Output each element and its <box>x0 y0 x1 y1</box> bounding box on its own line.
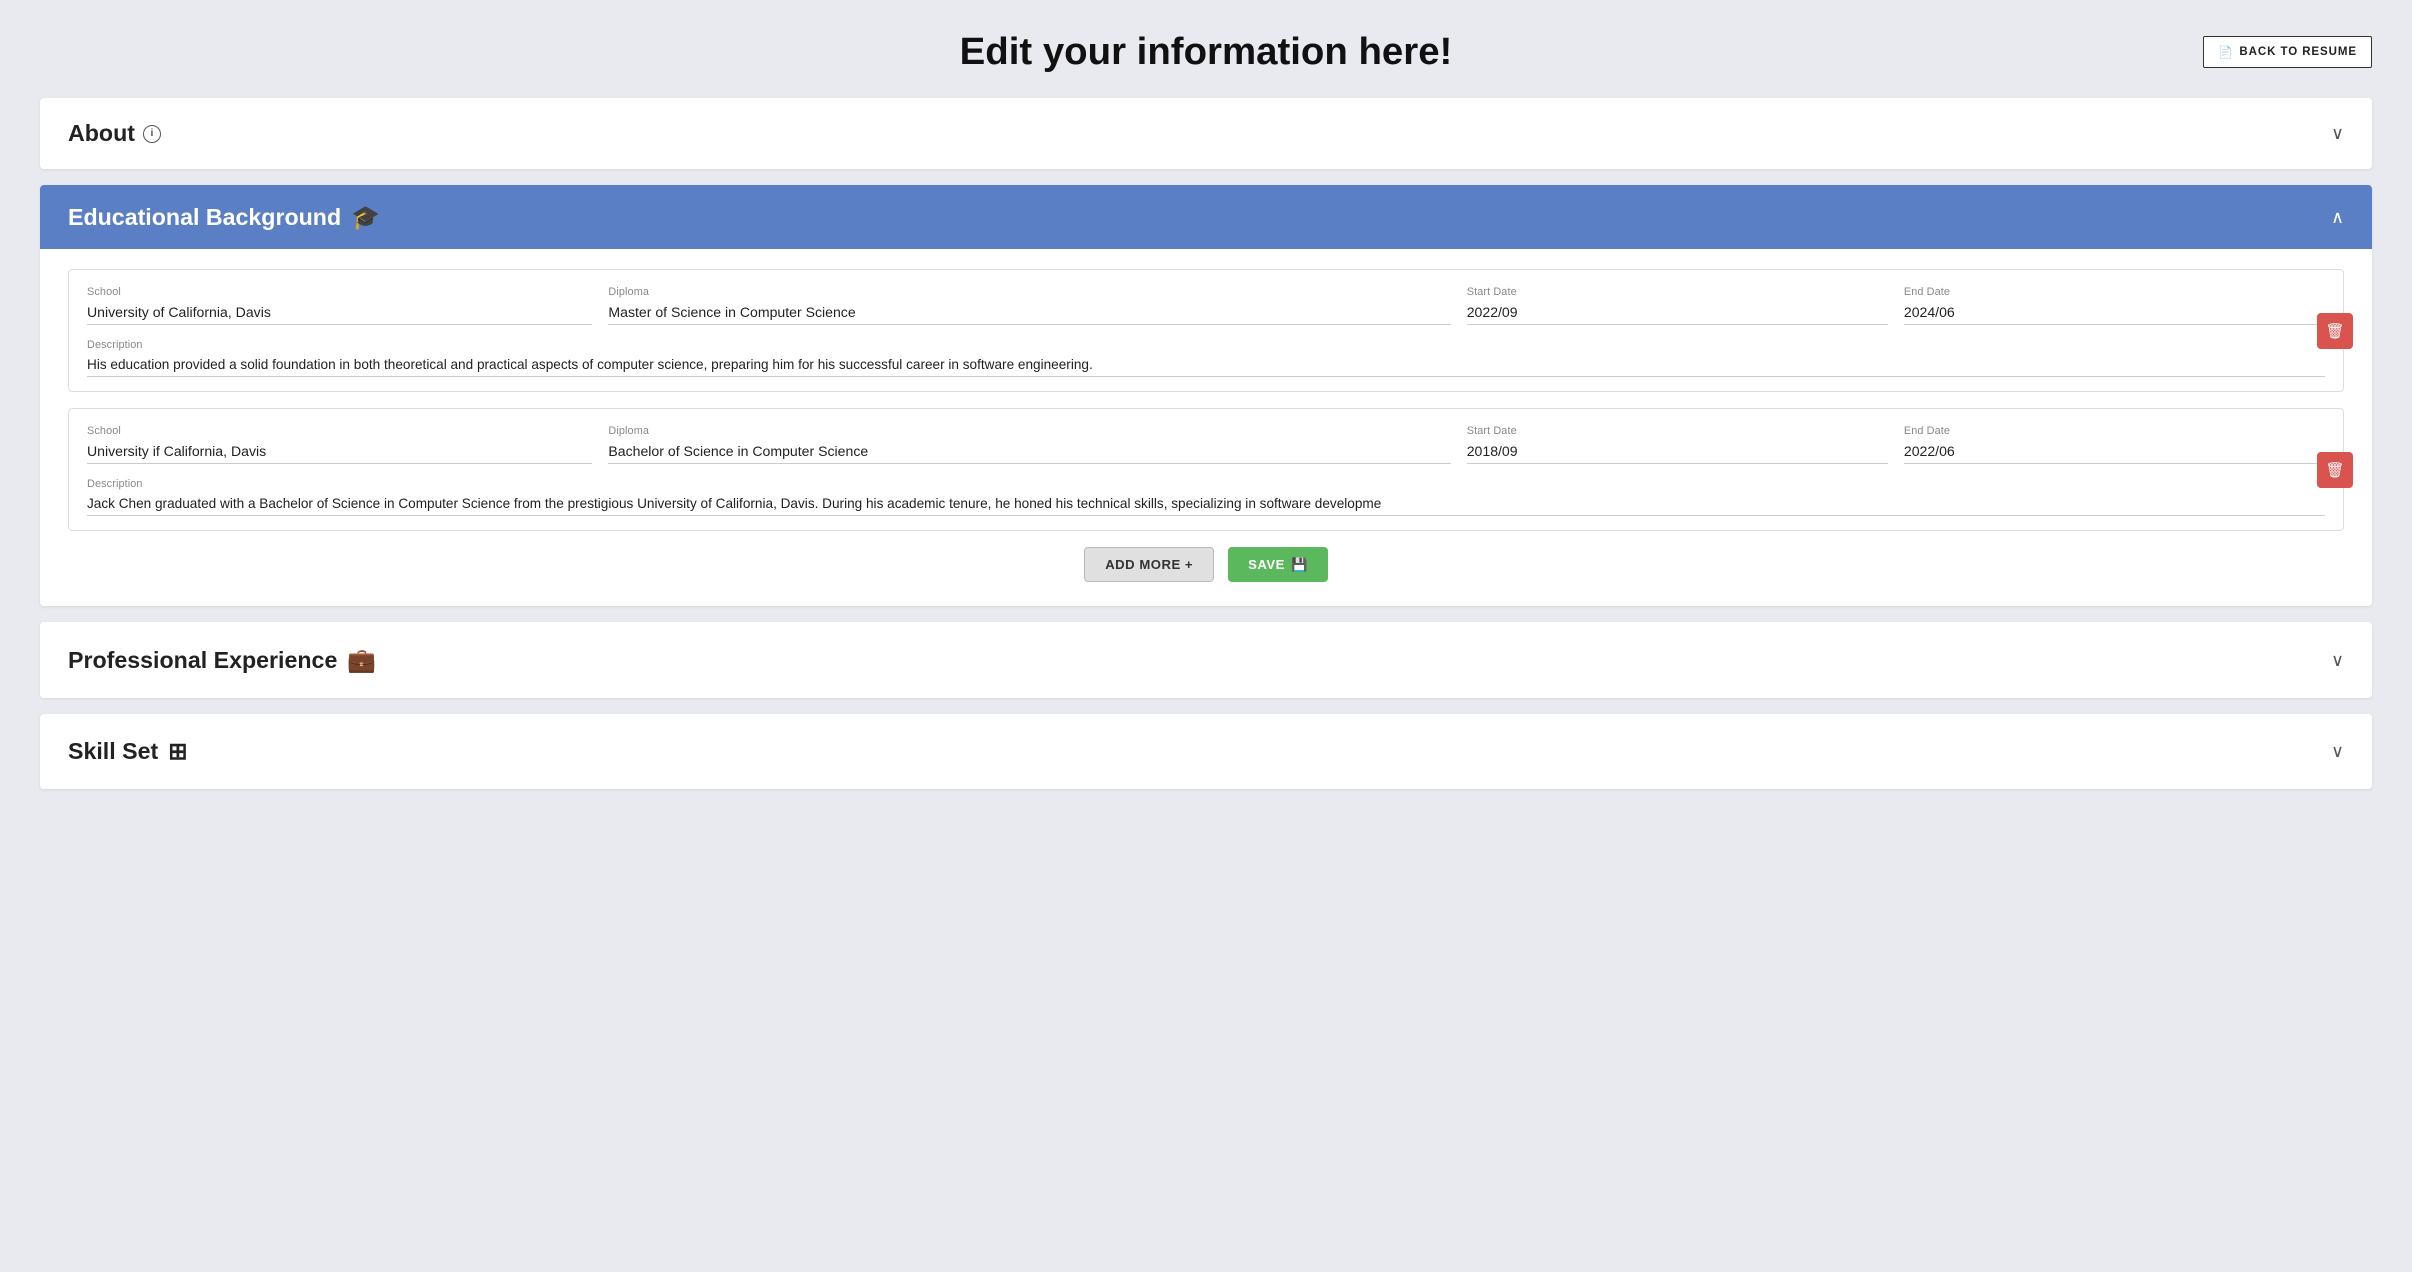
diploma-label-2: Diploma <box>608 425 1450 437</box>
back-to-resume-button[interactable]: 📄 BACK TO RESUME <box>2203 36 2372 68</box>
description-label-2: Description <box>87 478 2325 490</box>
professional-section: Professional Experience 💼 ∨ <box>40 622 2372 698</box>
save-label: SAVE <box>1248 557 1285 572</box>
educational-section-title: Educational Background 🎓 <box>68 203 380 231</box>
end-date-input-2[interactable] <box>1904 441 2325 464</box>
diploma-input-1[interactable] <box>608 302 1450 325</box>
school-field-2: School <box>87 425 592 464</box>
start-date-field-2: Start Date <box>1467 425 1888 464</box>
skills-chevron-icon: ∨ <box>2331 741 2344 762</box>
description-group-1: Description <box>87 339 2325 377</box>
school-input-2[interactable] <box>87 441 592 464</box>
end-date-field-1: End Date <box>1904 286 2325 325</box>
description-group-2: Description <box>87 478 2325 516</box>
edu-entry-2: School Diploma Start Date End Date Descr… <box>68 408 2344 531</box>
school-label-1: School <box>87 286 592 298</box>
save-button[interactable]: SAVE 💾 <box>1228 547 1328 582</box>
page-header: Edit your information here! 📄 BACK TO RE… <box>40 20 2372 74</box>
skills-section-title: Skill Set ⊞ <box>68 738 188 765</box>
educational-chevron-icon: ∧ <box>2331 207 2344 228</box>
delete-button-2[interactable]: 🗑 <box>2317 452 2353 488</box>
start-date-label-2: Start Date <box>1467 425 1888 437</box>
school-input-1[interactable] <box>87 302 592 325</box>
end-date-field-2: End Date <box>1904 425 2325 464</box>
about-chevron-icon: ∨ <box>2331 123 2344 144</box>
start-date-field-1: Start Date <box>1467 286 1888 325</box>
edu-entry-1-row: School Diploma Start Date End Date <box>87 286 2325 325</box>
skills-section-header[interactable]: Skill Set ⊞ ∨ <box>40 714 2372 789</box>
end-date-input-1[interactable] <box>1904 302 2325 325</box>
description-input-1[interactable] <box>87 355 2325 377</box>
start-date-input-2[interactable] <box>1467 441 1888 464</box>
diploma-label-1: Diploma <box>608 286 1450 298</box>
start-date-label-1: Start Date <box>1467 286 1888 298</box>
graduation-icon: 🎓 <box>351 203 380 231</box>
professional-chevron-icon: ∨ <box>2331 650 2344 671</box>
add-more-button[interactable]: ADD MORE + <box>1084 547 1214 582</box>
delete-button-1[interactable]: 🗑 <box>2317 313 2353 349</box>
resume-icon: 📄 <box>2218 45 2233 59</box>
page-title: Edit your information here! <box>960 30 1453 74</box>
description-label-1: Description <box>87 339 2325 351</box>
educational-actions: ADD MORE + SAVE 💾 <box>68 547 2344 582</box>
diploma-field-1: Diploma <box>608 286 1450 325</box>
description-input-2[interactable] <box>87 494 2325 516</box>
professional-section-header[interactable]: Professional Experience 💼 ∨ <box>40 622 2372 698</box>
educational-section-header[interactable]: Educational Background 🎓 ∧ <box>40 185 2372 249</box>
about-section-header[interactable]: About i ∨ <box>40 98 2372 169</box>
diploma-field-2: Diploma <box>608 425 1450 464</box>
professional-section-title: Professional Experience 💼 <box>68 646 376 674</box>
skills-section: Skill Set ⊞ ∨ <box>40 714 2372 789</box>
school-field-1: School <box>87 286 592 325</box>
end-date-label-2: End Date <box>1904 425 2325 437</box>
start-date-input-1[interactable] <box>1467 302 1888 325</box>
diploma-input-2[interactable] <box>608 441 1450 464</box>
end-date-label-1: End Date <box>1904 286 2325 298</box>
about-section-title: About i <box>68 120 161 147</box>
briefcase-icon: 💼 <box>347 646 376 674</box>
save-icon: 💾 <box>1291 557 1308 573</box>
info-icon: i <box>143 125 161 143</box>
educational-content: School Diploma Start Date End Date Descr… <box>40 249 2372 606</box>
about-section: About i ∨ <box>40 98 2372 169</box>
edu-entry-1: School Diploma Start Date End Date Descr… <box>68 269 2344 392</box>
educational-section: Educational Background 🎓 ∧ School Diplom… <box>40 185 2372 606</box>
school-label-2: School <box>87 425 592 437</box>
skills-icon: ⊞ <box>168 738 187 765</box>
edu-entry-2-row: School Diploma Start Date End Date <box>87 425 2325 464</box>
